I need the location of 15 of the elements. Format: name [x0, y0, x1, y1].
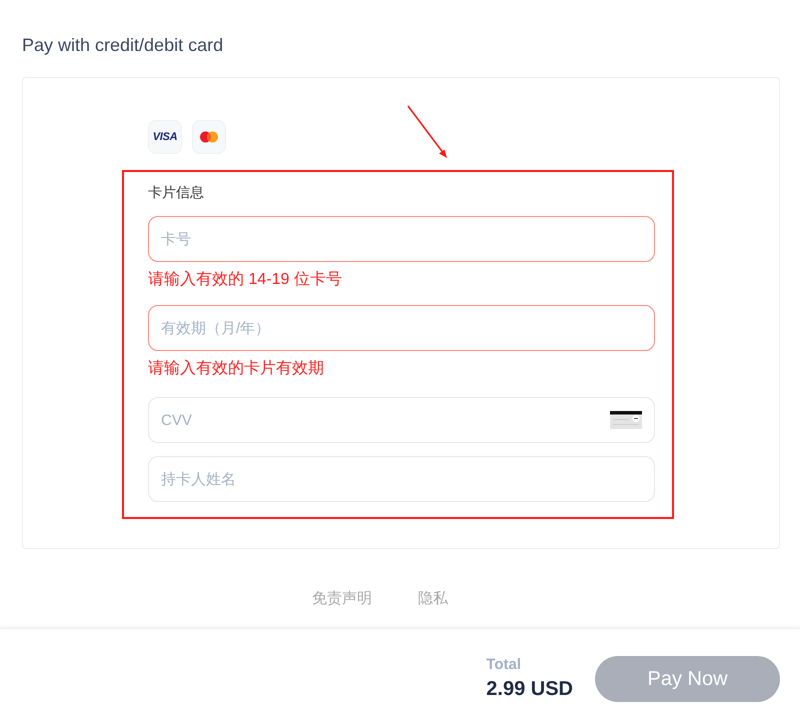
input-field[interactable]: 卡号 — [148, 216, 655, 262]
total-label: Total — [486, 654, 522, 674]
footer-link[interactable]: 隐私 — [418, 589, 448, 609]
total-amount: 2.99 USD — [486, 676, 573, 702]
card-back-icon — [610, 411, 642, 429]
visa-logo: VISA — [148, 120, 182, 154]
overlapping-circles-icon — [192, 120, 226, 154]
input-field[interactable]: 有效期（月/年） — [148, 305, 655, 351]
footer-link[interactable]: 免责声明 — [312, 589, 372, 609]
error-message: 请输入有效的 14-19 位卡号 — [148, 270, 343, 290]
error-message: 请输入有效的卡片有效期 — [148, 358, 325, 379]
cvv-field[interactable]: CVV — [148, 397, 655, 443]
form-heading: 卡片信息 — [148, 183, 205, 202]
page-title: Pay with credit/debit card — [22, 34, 224, 57]
annotation-arrow — [406, 104, 450, 160]
